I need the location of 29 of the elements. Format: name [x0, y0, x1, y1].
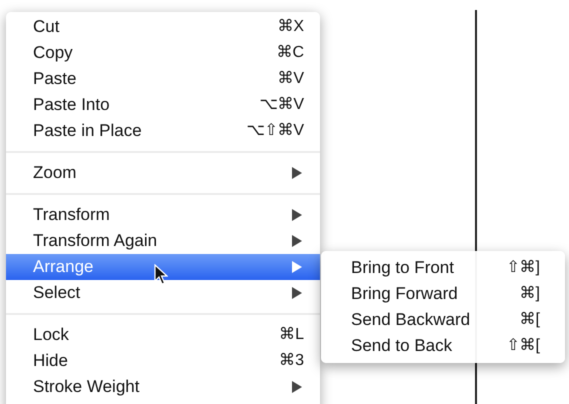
shortcut-label: ⌘3 [279, 351, 304, 371]
shortcut-label: ⌘C [276, 43, 304, 63]
menu-item[interactable]: Arrange [6, 254, 320, 280]
shortcut-label: ⌘] [520, 284, 540, 304]
menu-item[interactable]: Transform Again [6, 228, 320, 254]
shortcut-label: ⌘V [277, 69, 304, 89]
menu-item[interactable]: Cut ⌘X [6, 14, 320, 40]
menu-item[interactable]: Bring Forward ⌘] [321, 281, 565, 307]
menu-item[interactable]: Paste in Place ⌥⇧⌘V [6, 118, 320, 144]
menu-item[interactable]: Transform [6, 202, 320, 228]
menu-item[interactable]: Zoom [6, 160, 320, 186]
shortcut-label: ⇧⌘[ [506, 336, 540, 356]
pointer-icon [154, 264, 168, 286]
menu-item[interactable]: Paste Into ⌥⌘V [6, 92, 320, 118]
shortcut-label: ⌥⌘V [259, 95, 304, 115]
shortcut-label: ⌘L [279, 325, 304, 345]
shortcut-label: ⌥⇧⌘V [246, 121, 304, 141]
menu-item[interactable]: Hide ⌘3 [6, 348, 320, 374]
menu-item[interactable]: Send to Back ⇧⌘[ [321, 333, 565, 359]
shortcut-label: ⇧⌘] [506, 258, 540, 278]
menu-item[interactable]: Copy ⌘C [6, 40, 320, 66]
shortcut-label: ⌘[ [520, 310, 540, 330]
menu-item[interactable]: Send Backward ⌘[ [321, 307, 565, 333]
shortcut-label: ⌘X [277, 17, 304, 37]
menu-item[interactable]: Stroke Weight [6, 374, 320, 400]
menu-item[interactable]: Lock ⌘L [6, 322, 320, 348]
menu-item[interactable]: Bring to Front ⇧⌘] [321, 255, 565, 281]
menu-item[interactable]: Paste ⌘V [6, 66, 320, 92]
menu-item[interactable]: Select [6, 280, 320, 306]
